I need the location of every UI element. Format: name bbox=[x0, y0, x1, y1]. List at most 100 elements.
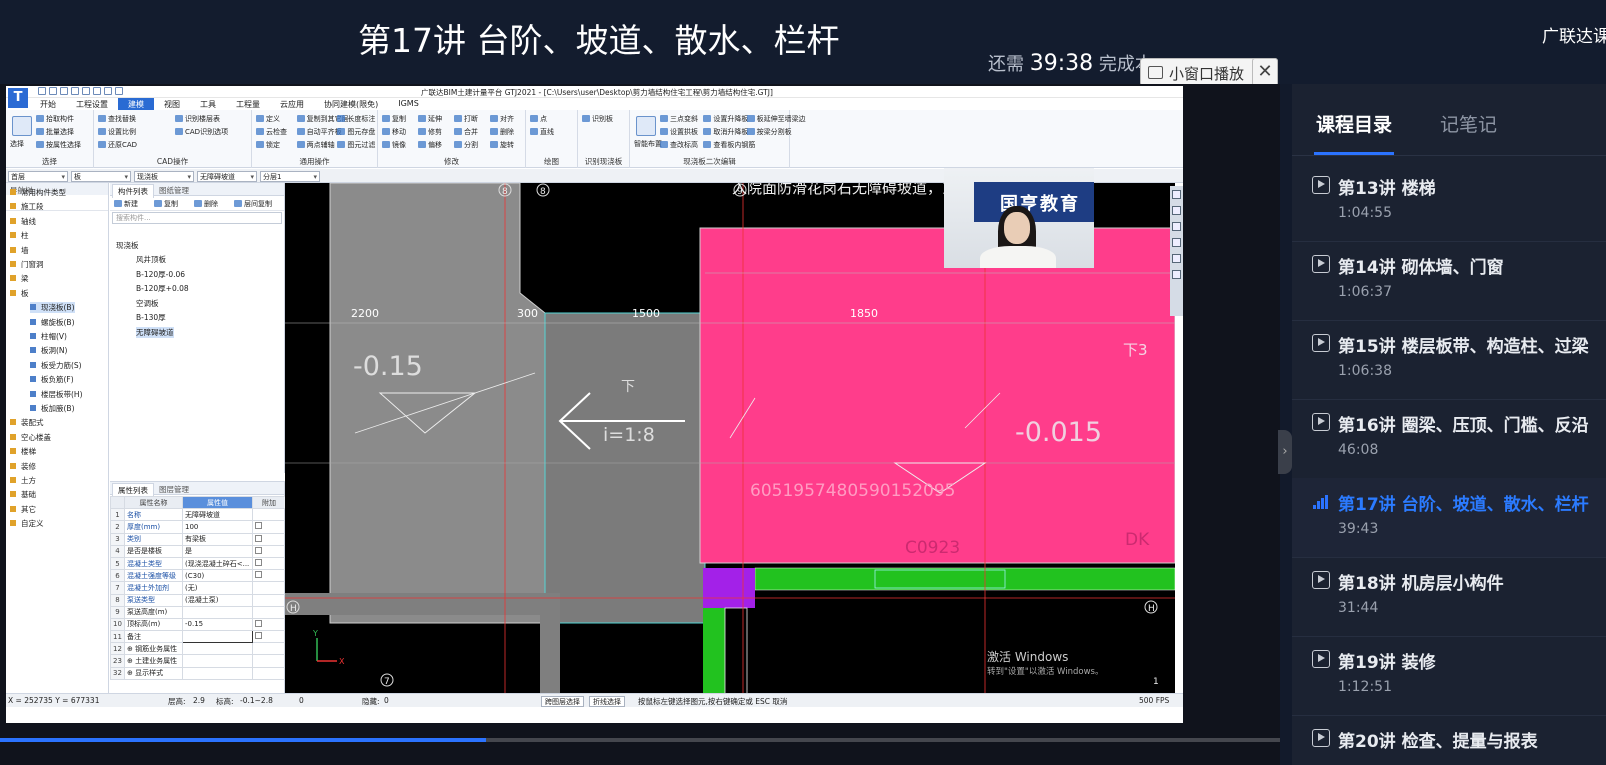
ribbon-item[interactable]: 云检查 bbox=[256, 127, 287, 137]
ribbon-large-label[interactable]: 选择 bbox=[10, 139, 24, 149]
nav-item[interactable]: 板 bbox=[10, 288, 29, 299]
qa-icon[interactable] bbox=[93, 87, 101, 95]
property-attach[interactable] bbox=[252, 654, 286, 668]
lesson-item[interactable]: 第16讲 圈梁、压顶、门槛、反沿 46:08 bbox=[1292, 399, 1606, 479]
ribbon-item[interactable]: 偏移 bbox=[418, 140, 442, 150]
nav-subitem[interactable]: 螺旋板(B) bbox=[30, 317, 75, 328]
ribbon-item[interactable]: 图元存盘 bbox=[337, 127, 375, 137]
ribbon-item[interactable]: 打断 bbox=[454, 114, 478, 124]
property-attach[interactable] bbox=[252, 642, 286, 656]
attach-checkbox[interactable] bbox=[255, 559, 262, 567]
lesson-item[interactable]: 第14讲 砌体墙、门窗 1:06:37 bbox=[1292, 241, 1606, 321]
ribbon-item[interactable]: 查看板内钢筋 bbox=[703, 140, 755, 150]
nav-subitem[interactable]: 现浇板(B) bbox=[30, 302, 75, 314]
ribbon-item[interactable]: 长度标注 bbox=[337, 114, 375, 124]
ribbon-item[interactable]: 按属性选择 bbox=[36, 140, 81, 150]
property-attach[interactable] bbox=[252, 520, 286, 534]
component-item[interactable]: B-120厚-0.06 bbox=[136, 269, 185, 280]
ribbon-item[interactable]: 点 bbox=[530, 114, 547, 124]
property-row[interactable]: 3 类别 有梁板 bbox=[110, 532, 286, 546]
property-value[interactable] bbox=[182, 642, 253, 656]
property-attach[interactable] bbox=[252, 532, 286, 546]
ribbon-item[interactable]: 图元过滤 bbox=[337, 140, 375, 150]
ribbon-item[interactable]: 定义 bbox=[256, 114, 280, 124]
property-row[interactable]: 10 顶标高(m) -0.15 bbox=[110, 617, 286, 632]
ribbon-large-icon[interactable] bbox=[636, 116, 656, 136]
menu-item[interactable]: 建模 bbox=[118, 98, 154, 110]
component-item[interactable]: 无障碍坡道 bbox=[136, 326, 174, 338]
property-row[interactable]: 4 是否是楼板是 bbox=[110, 544, 286, 558]
menu-item[interactable]: IGMS bbox=[388, 98, 429, 110]
ribbon-item[interactable]: 拾取构件 bbox=[36, 114, 74, 124]
property-value[interactable]: (现浇混凝土碎石<... bbox=[182, 556, 253, 571]
ribbon-item[interactable]: 合并 bbox=[454, 127, 478, 137]
ribbon-item[interactable]: 识别楼层表 bbox=[175, 114, 220, 124]
property-row[interactable]: 23 ⊕ 土建业务属性 bbox=[110, 654, 286, 668]
qa-icon[interactable] bbox=[38, 87, 46, 95]
ribbon-item[interactable]: 删除 bbox=[490, 127, 514, 137]
close-mini-window-button[interactable]: ✕ bbox=[1252, 58, 1278, 86]
property-row[interactable]: 7 混凝土外加剂 (无) bbox=[110, 581, 286, 595]
nav-item[interactable]: 施工段 bbox=[10, 201, 44, 212]
ribbon-large-icon[interactable] bbox=[12, 116, 32, 136]
nav-item[interactable]: 常用构件类型 bbox=[10, 187, 66, 198]
ribbon-item[interactable]: 两点辅轴 bbox=[297, 140, 335, 150]
ribbon-item[interactable]: 锁定 bbox=[256, 140, 280, 150]
view-icon[interactable] bbox=[1172, 238, 1181, 247]
ribbon-item[interactable]: 镜像 bbox=[382, 140, 406, 150]
selector-dropdown[interactable]: 分层1 bbox=[260, 171, 320, 182]
menu-item[interactable]: 工程设置 bbox=[66, 98, 118, 110]
lesson-item[interactable]: 第15讲 楼层板带、构造柱、过梁 1:06:38 bbox=[1292, 320, 1606, 400]
property-value[interactable] bbox=[182, 630, 253, 644]
ribbon-item[interactable]: 还原CAD bbox=[98, 140, 137, 150]
nav-item[interactable]: 土方 bbox=[10, 475, 36, 486]
ribbon-item[interactable]: 按梁分割板 bbox=[747, 127, 792, 137]
attach-checkbox[interactable] bbox=[255, 534, 262, 542]
ribbon-item[interactable]: 自动平齐板 bbox=[297, 127, 342, 137]
selector-dropdown[interactable]: 无障碍坡道 bbox=[197, 171, 257, 182]
component-tool[interactable]: 层间复制 bbox=[234, 199, 272, 209]
view-icon[interactable] bbox=[1172, 206, 1181, 215]
property-value[interactable]: 无障碍坡道 bbox=[182, 508, 253, 522]
property-row[interactable]: 1 名称 无障碍坡道 bbox=[110, 508, 286, 522]
property-attach[interactable] bbox=[252, 508, 286, 522]
nav-subitem[interactable]: 板加腋(B) bbox=[30, 403, 75, 414]
collapse-panel-handle[interactable]: › bbox=[1278, 430, 1292, 474]
qa-icon[interactable] bbox=[115, 87, 123, 95]
tab-catalog[interactable]: 课程目录 bbox=[1316, 110, 1392, 137]
ribbon-item[interactable]: 移动 bbox=[382, 127, 406, 137]
ribbon-item[interactable]: 批量选择 bbox=[36, 127, 74, 137]
nav-item[interactable]: 墙 bbox=[10, 245, 29, 256]
property-attach[interactable] bbox=[252, 666, 286, 680]
nav-item[interactable]: 梁 bbox=[10, 273, 29, 284]
nav-item[interactable]: 轴线 bbox=[10, 216, 36, 227]
rotate-icon[interactable] bbox=[1172, 254, 1181, 263]
component-group[interactable]: 现浇板 bbox=[116, 240, 139, 251]
nav-item[interactable]: 基础 bbox=[10, 489, 36, 500]
nav-item[interactable]: 自定义 bbox=[10, 518, 44, 529]
property-value[interactable]: 有梁板 bbox=[182, 532, 253, 546]
qa-icon[interactable] bbox=[104, 87, 112, 95]
ribbon-item[interactable]: 板延伸至墙梁边 bbox=[747, 114, 806, 124]
property-value[interactable]: 100 bbox=[182, 520, 253, 534]
view-icon[interactable] bbox=[1172, 222, 1181, 231]
property-row[interactable]: 2 厚度(mm) 100 bbox=[110, 520, 286, 534]
attach-checkbox[interactable] bbox=[255, 546, 262, 554]
lesson-item[interactable]: 第18讲 机房层小构件 31:44 bbox=[1292, 557, 1606, 637]
property-value[interactable]: -0.15 bbox=[182, 617, 253, 632]
property-row[interactable]: 9 泵送高度(m) bbox=[110, 605, 286, 619]
tab-notes[interactable]: 记笔记 bbox=[1440, 110, 1497, 137]
property-row[interactable]: 12 ⊕ 钢筋业务属性 bbox=[110, 642, 286, 656]
attach-checkbox[interactable] bbox=[255, 632, 262, 640]
ribbon-item[interactable]: 直线 bbox=[530, 127, 554, 137]
qa-icon[interactable] bbox=[82, 87, 90, 95]
nav-subitem[interactable]: 板受力筋(S) bbox=[30, 360, 82, 371]
nav-item[interactable]: 其它 bbox=[10, 504, 36, 515]
selector-dropdown[interactable]: 首层 bbox=[8, 171, 68, 182]
property-attach[interactable] bbox=[252, 544, 286, 558]
qa-icon[interactable] bbox=[49, 87, 57, 95]
property-attach[interactable] bbox=[252, 569, 286, 583]
menu-item[interactable]: 工程量 bbox=[226, 98, 270, 110]
menu-item[interactable]: 云应用 bbox=[270, 98, 314, 110]
property-value[interactable]: 是 bbox=[182, 544, 253, 558]
